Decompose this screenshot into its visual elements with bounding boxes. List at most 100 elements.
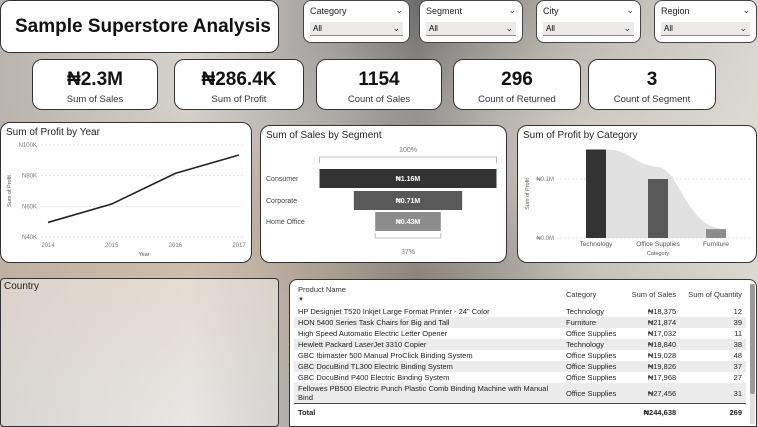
category-cell: Furniture [562, 317, 625, 328]
city-slicer[interactable]: City ⌄ All ⌄ [536, 0, 641, 43]
y-tick-label: ₦0.0M [536, 236, 554, 242]
funnel-data-label: ₦1.16M [396, 176, 421, 183]
table-row[interactable]: GBC DocuBind P400 Electric Binding Syste… [294, 372, 746, 383]
kpi-caption: Sum of Profit [211, 94, 267, 105]
kpi-value: 296 [501, 69, 533, 90]
chevron-down-icon[interactable]: ⌄ [626, 5, 634, 16]
category-slicer[interactable]: Category ⌄ All ⌄ [303, 0, 410, 43]
column-header[interactable]: Product Name ▼ [294, 282, 562, 306]
scrollbar-thumb[interactable] [750, 284, 755, 394]
quantity-cell: 27 [733, 373, 742, 382]
y-tick-label: N100K [19, 143, 37, 149]
kpi-count-of-sales: 1154 Count of Sales [316, 59, 442, 110]
category-bar [586, 149, 606, 238]
kpi-sum-of-sales: ₦2.3M Sum of Sales [32, 59, 158, 110]
quantity-cell: 11 [734, 329, 742, 338]
product-name-cell: GBC Ibimaster 500 Manual ProClick Bindin… [298, 351, 473, 360]
funnel-bottom-label: 37% [401, 249, 415, 256]
quantity-cell: 37 [680, 361, 746, 372]
table-scrollbar[interactable] [750, 284, 755, 424]
sort-down-icon[interactable]: ▼ [298, 297, 304, 303]
kpi-sum-of-profit: ₦286.4K Sum of Profit [174, 59, 304, 110]
product-name-cell: High Speed Automatic Electric Letter Ope… [298, 329, 448, 338]
product-table-grid: Product Name ▼ Category Sum of Sales Sum … [294, 282, 746, 418]
kpi-value: 3 [646, 69, 658, 90]
table-row[interactable]: Hewlett Packard LaserJet 3310 Copier Tech… [294, 339, 746, 350]
column-header[interactable]: Sum of Sales [624, 282, 680, 306]
product-name-cell: HP Designjet T520 Inkjet Large Format Pr… [298, 307, 490, 316]
category-slicer-dropdown[interactable]: All ⌄ [310, 22, 403, 36]
total-cell: 269 [680, 403, 746, 418]
table-total-row: Total ₦244,638 269 [294, 403, 746, 418]
segment-slicer-label: Segment [426, 5, 463, 16]
funnel-category-label: Corporate [266, 198, 297, 205]
kpi-value: ₦2.3M [67, 69, 123, 90]
sales-by-segment-chart[interactable]: Sum of Sales by Segment 100% ₦1.16M Consum… [260, 125, 507, 263]
profit-by-year-chart[interactable]: Sum of Profit by Year N100K N80K N60K N40K 2… [0, 122, 252, 263]
city-slicer-label: City [543, 5, 559, 16]
sales-cell: ₦17,032 [647, 329, 677, 338]
total-cell: ₦244,638 [624, 403, 681, 418]
table-row[interactable]: Fellowes PB500 Electric Punch Plastic Co… [294, 383, 746, 404]
chevron-down-icon: ⌄ [623, 23, 631, 33]
category-cell: Office Supplies [562, 383, 625, 404]
column-header[interactable]: Category [562, 282, 624, 306]
total-cell [562, 403, 625, 418]
funnel-chart-plot: 100% ₦1.16M Consumer ₦0.71M Corporate ₦0.43M H… [266, 147, 497, 256]
x-tick-label: 2016 [169, 243, 183, 249]
y-tick-label: N80K [22, 174, 37, 180]
chevron-down-icon[interactable]: ⌄ [742, 5, 750, 16]
dashboard-title-card: Sample Superstore Analysis [0, 0, 279, 53]
quantity-cell: 31 [680, 383, 746, 404]
y-axis-title: Sum of Profit [525, 178, 531, 210]
chevron-down-icon[interactable]: ⌄ [395, 5, 403, 16]
sales-cell: ₦27,456 [624, 383, 681, 404]
table-row[interactable]: HP Designjet T520 Inkjet Large Format Pr… [294, 306, 746, 317]
city-slicer-value: All [546, 24, 555, 33]
region-slicer-value: All [664, 24, 673, 33]
quantity-cell: 48 [733, 351, 742, 360]
funnel-bottom-bracket [374, 233, 442, 239]
region-slicer[interactable]: Region ⌄ All ⌄ [654, 0, 757, 43]
country-map-visual[interactable]: Country [0, 278, 279, 427]
product-name-cell: GBC DocuBind P400 Electric Binding Syste… [298, 373, 450, 382]
table-row[interactable]: GBC DocuBind TL300 Electric Binding Syst… [294, 361, 746, 372]
category-cell: Office Supplies [566, 329, 617, 338]
category-cell: Office Supplies [562, 361, 625, 372]
table-row[interactable]: GBC Ibimaster 500 Manual ProClick Bindin… [294, 350, 746, 361]
sales-cell: ₦19,028 [647, 351, 677, 360]
product-table[interactable]: Product Name ▼ Category Sum of Sales Sum … [289, 279, 757, 427]
x-tick-label: 2015 [105, 243, 119, 249]
profit-by-category-chart[interactable]: Sum of Profit by Category ₦0.1M ₦0.0M Tech… [517, 125, 757, 263]
table-row[interactable]: HON 5400 Series Task Chairs for Big and … [294, 317, 746, 328]
sales-cell: ₦17,968 [647, 373, 677, 382]
category-slicer-value: All [313, 24, 322, 33]
kpi-count-of-returned: 296 Count of Returned [453, 59, 581, 110]
x-tick-label: 2014 [41, 243, 55, 249]
chevron-down-icon: ⌄ [392, 23, 400, 33]
funnel-category-label: Home Office [266, 219, 305, 226]
sales-cell: ₦21,874 [624, 317, 681, 328]
funnel-top-bracket [319, 156, 497, 163]
chevron-down-icon: ⌄ [505, 23, 513, 33]
segment-slicer[interactable]: Segment ⌄ All ⌄ [419, 0, 523, 43]
table-row[interactable]: High Speed Automatic Electric Letter Ope… [294, 328, 746, 339]
product-name-cell: GBC DocuBind TL300 Electric Binding Syst… [294, 361, 562, 372]
column-header[interactable]: Sum of Quantity [680, 282, 746, 306]
category-cell: Office Supplies [566, 351, 617, 360]
chevron-down-icon[interactable]: ⌄ [508, 5, 516, 16]
y-tick-label: N40K [22, 235, 37, 241]
total-cell: Total [294, 403, 562, 418]
y-tick-label: N60K [22, 204, 37, 210]
sales-cell: ₦18,375 [647, 307, 677, 316]
category-cell: Technology [562, 339, 625, 350]
x-tick-label: Technology [580, 241, 614, 248]
region-slicer-dropdown[interactable]: All ⌄ [661, 22, 750, 36]
city-slicer-dropdown[interactable]: All ⌄ [543, 22, 634, 36]
y-tick-label: ₦0.1M [536, 177, 554, 183]
segment-slicer-dropdown[interactable]: All ⌄ [426, 22, 516, 36]
product-name-cell: Hewlett Packard LaserJet 3310 Copier [294, 339, 562, 350]
column-chart-plot: ₦0.1M ₦0.0M Technology Office Supplies Furni… [525, 149, 750, 257]
funnel-category-label: Consumer [266, 176, 299, 183]
dashboard-title: Sample Superstore Analysis [15, 15, 271, 37]
